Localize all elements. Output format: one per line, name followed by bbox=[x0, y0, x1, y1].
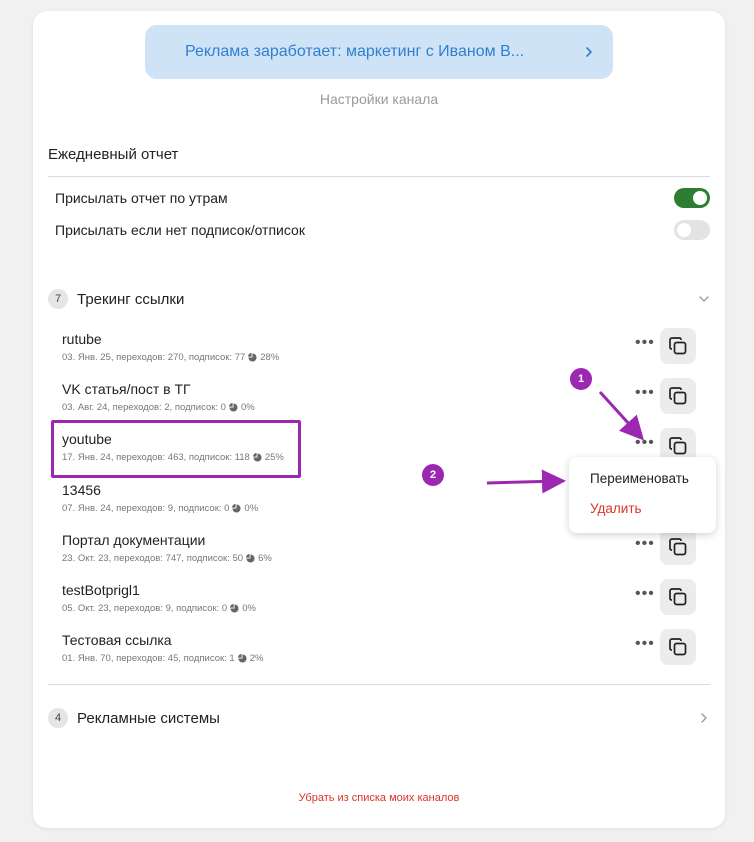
link-meta-text: 23. Окт. 23, переходов: 747, подписок: 5… bbox=[62, 553, 244, 564]
divider bbox=[48, 684, 710, 685]
more-options-button[interactable]: ••• bbox=[635, 636, 655, 652]
pie-chart-icon bbox=[230, 604, 239, 613]
link-meta-text: 03. Авг. 24, переходов: 2, подписок: 0 bbox=[62, 402, 226, 413]
more-options-button[interactable]: ••• bbox=[635, 335, 655, 351]
link-conversion: 28% bbox=[260, 352, 280, 363]
tracking-link-row: Портал документации 23. Окт. 23, переход… bbox=[55, 529, 710, 582]
tracking-links-count: 7 bbox=[48, 289, 68, 309]
tracking-link-row: testBotprigl1 05. Окт. 23, переходов: 9,… bbox=[55, 579, 710, 632]
pie-chart-icon bbox=[232, 504, 241, 513]
copy-icon bbox=[669, 538, 687, 556]
link-conversion: 2% bbox=[249, 653, 264, 664]
pie-chart-icon bbox=[237, 654, 247, 663]
morning-report-row: Присылать отчет по утрам bbox=[55, 188, 710, 208]
copy-link-button[interactable] bbox=[660, 629, 696, 665]
annotation-marker-1: 1 bbox=[570, 368, 592, 390]
delete-menu-item[interactable]: Удалить bbox=[569, 501, 716, 531]
rename-menu-item[interactable]: Переименовать bbox=[569, 471, 716, 501]
link-name: 13456 bbox=[62, 482, 101, 498]
copy-icon bbox=[669, 437, 687, 455]
link-context-menu: Переименовать Удалить bbox=[569, 457, 716, 533]
link-name: testBotprigl1 bbox=[62, 582, 140, 598]
no-subs-report-row: Присылать если нет подписок/отписок bbox=[55, 220, 710, 240]
more-options-button[interactable]: ••• bbox=[635, 385, 655, 401]
link-stats: 23. Окт. 23, переходов: 747, подписок: 5… bbox=[62, 553, 272, 564]
chevron-right-icon bbox=[701, 713, 707, 723]
ad-systems-count: 4 bbox=[48, 708, 68, 728]
ad-systems-header[interactable]: 4 Рекламные системы bbox=[48, 708, 710, 728]
link-conversion: 6% bbox=[258, 553, 272, 564]
link-stats: 05. Окт. 23, переходов: 9, подписок: 0 0% bbox=[62, 603, 256, 614]
pie-chart-icon bbox=[246, 554, 255, 563]
ad-systems-title: Рекламные системы bbox=[77, 709, 220, 727]
more-options-button[interactable]: ••• bbox=[635, 536, 655, 552]
more-options-button[interactable]: ••• bbox=[635, 586, 655, 602]
remove-channel-link[interactable]: Убрать из списка моих каналов bbox=[33, 792, 725, 804]
divider bbox=[48, 176, 710, 177]
no-subs-report-toggle[interactable] bbox=[674, 220, 710, 240]
link-name: Портал документации bbox=[62, 532, 206, 548]
link-stats: 07. Янв. 24, переходов: 9, подписок: 0 0% bbox=[62, 503, 258, 514]
no-subs-report-label: Присылать если нет подписок/отписок bbox=[55, 222, 305, 238]
link-meta-text: 05. Окт. 23, переходов: 9, подписок: 0 bbox=[62, 603, 228, 614]
toggle-knob bbox=[677, 223, 691, 237]
link-meta-text: 07. Янв. 24, переходов: 9, подписок: 0 bbox=[62, 503, 230, 514]
more-options-button[interactable]: ••• bbox=[635, 435, 655, 451]
toggle-knob bbox=[693, 191, 707, 205]
link-conversion: 0% bbox=[244, 503, 259, 514]
daily-report-title: Ежедневный отчет bbox=[48, 146, 179, 163]
link-name: Тестовая ссылка bbox=[62, 632, 172, 648]
copy-link-button[interactable] bbox=[660, 529, 696, 565]
link-stats: 03. Янв. 25, переходов: 270, подписок: 7… bbox=[62, 352, 279, 363]
link-conversion: 0% bbox=[242, 603, 256, 614]
morning-report-label: Присылать отчет по утрам bbox=[55, 190, 228, 206]
link-meta-text: 01. Янв. 70, переходов: 45, подписок: 1 bbox=[62, 653, 235, 664]
copy-link-button[interactable] bbox=[660, 378, 696, 414]
annotation-marker-2: 2 bbox=[422, 464, 444, 486]
channel-title: Реклама заработает: маркетинг с Иваном В… bbox=[185, 43, 525, 60]
link-stats: 03. Авг. 24, переходов: 2, подписок: 0 0% bbox=[62, 402, 255, 413]
tracking-links-title: Трекинг ссылки bbox=[77, 290, 185, 308]
tracking-link-row: Тестовая ссылка 01. Янв. 70, переходов: … bbox=[55, 629, 710, 682]
link-conversion: 0% bbox=[240, 402, 255, 413]
annotation-highlight-box bbox=[51, 420, 301, 478]
morning-report-toggle[interactable] bbox=[674, 188, 710, 208]
copy-icon bbox=[669, 638, 687, 656]
page-subtitle: Настройки канала bbox=[319, 91, 439, 107]
link-name: rutube bbox=[62, 331, 102, 347]
link-meta-text: 03. Янв. 25, переходов: 270, подписок: 7… bbox=[62, 352, 246, 363]
link-name: VK статья/пост в ТГ bbox=[62, 381, 191, 397]
link-stats: 01. Янв. 70, переходов: 45, подписок: 1 2… bbox=[62, 653, 263, 664]
chevron-right-icon bbox=[586, 47, 592, 57]
copy-icon bbox=[669, 337, 687, 355]
tracking-links-header[interactable]: 7 Трекинг ссылки bbox=[48, 289, 710, 309]
copy-link-button[interactable] bbox=[660, 328, 696, 364]
pie-chart-icon bbox=[228, 403, 238, 412]
chevron-down-icon bbox=[699, 296, 709, 302]
tracking-link-row: rutube 03. Янв. 25, переходов: 270, подп… bbox=[55, 328, 710, 381]
copy-icon bbox=[669, 588, 687, 606]
channel-selector-button[interactable]: Реклама заработает: маркетинг с Иваном В… bbox=[145, 25, 613, 79]
copy-link-button[interactable] bbox=[660, 579, 696, 615]
pie-chart-icon bbox=[248, 353, 257, 362]
copy-icon bbox=[669, 387, 687, 405]
